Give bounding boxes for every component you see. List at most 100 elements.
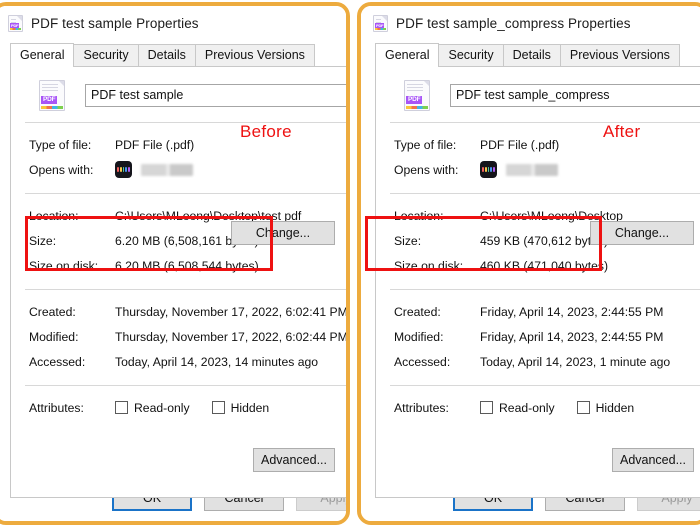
size-on-disk-row: Size on disk: 6.20 MB (6,508,544 bytes) bbox=[23, 253, 346, 278]
divider bbox=[390, 289, 700, 290]
modified-label: Modified: bbox=[29, 329, 79, 344]
readonly-checkbox[interactable]: Read-only bbox=[115, 401, 190, 415]
accessed-row: Accessed: Today, April 14, 2023, 1 minut… bbox=[388, 349, 700, 374]
accessed-label: Accessed: bbox=[29, 354, 86, 369]
modified-value: Thursday, November 17, 2022, 6:02:44 PM bbox=[115, 329, 348, 344]
location-label: Location: bbox=[29, 208, 79, 223]
attributes-row: Attributes: Read-only Hidden Advanced... bbox=[23, 395, 346, 472]
pdf-file-icon-large: PDF bbox=[39, 80, 65, 111]
general-tab-page-before: PDF PDF test sample Type of file: PDF Fi… bbox=[10, 66, 348, 498]
created-value: Thursday, November 17, 2022, 6:02:41 PM bbox=[115, 304, 348, 319]
accessed-value: Today, April 14, 2023, 14 minutes ago bbox=[115, 354, 319, 369]
size-label: Size: bbox=[394, 233, 422, 248]
attributes-label: Attributes: bbox=[29, 400, 84, 415]
comparison-screenshot: PDF PDF test sample Properties General S… bbox=[0, 0, 700, 527]
opens-with-label: Opens with: bbox=[394, 162, 459, 177]
readonly-checkbox[interactable]: Read-only bbox=[480, 401, 555, 415]
window-title: PDF test sample Properties bbox=[31, 15, 199, 31]
checkbox-icon[interactable] bbox=[211, 401, 225, 414]
window-title: PDF test sample_compress Properties bbox=[396, 15, 631, 31]
change-button-wrap: Change... bbox=[590, 221, 694, 245]
checkbox-icon[interactable] bbox=[115, 401, 128, 414]
tab-general[interactable]: General bbox=[375, 43, 440, 67]
opens-with-row: Opens with: Change... bbox=[388, 157, 700, 245]
attributes-row: Attributes: Read-only Hidden Advanced... bbox=[388, 395, 700, 472]
change-button[interactable]: Change... bbox=[231, 221, 335, 245]
titlebar-after: PDF PDF test sample_compress Properties bbox=[361, 6, 700, 40]
opens-with-row: Opens with: Change... bbox=[23, 157, 346, 245]
tab-previous-versions[interactable]: Previous Versions bbox=[194, 44, 315, 67]
type-of-file-row: Type of file: PDF File (.pdf) bbox=[388, 132, 700, 157]
filename-row: PDF PDF test sample bbox=[23, 80, 346, 111]
type-of-file-value: PDF File (.pdf) bbox=[480, 137, 560, 152]
created-row: Created: Friday, April 14, 2023, 2:44:55… bbox=[388, 299, 700, 324]
opens-with-value bbox=[480, 161, 700, 178]
tabstrip-before: General Security Details Previous Versio… bbox=[0, 43, 346, 67]
readonly-label: Read-only bbox=[134, 400, 190, 415]
tab-security[interactable]: Security bbox=[438, 44, 504, 67]
size-label: Size: bbox=[29, 233, 57, 248]
advanced-button[interactable]: Advanced... bbox=[253, 448, 335, 472]
default-app-icon bbox=[480, 161, 497, 178]
advanced-button[interactable]: Advanced... bbox=[612, 448, 694, 472]
pdf-file-icon: PDF bbox=[8, 14, 23, 32]
accessed-row: Accessed: Today, April 14, 2023, 14 minu… bbox=[23, 349, 346, 374]
size-on-disk-label: Size on disk: bbox=[394, 258, 464, 273]
location-label: Location: bbox=[394, 208, 444, 223]
accessed-value: Today, April 14, 2023, 1 minute ago bbox=[480, 354, 671, 369]
divider bbox=[25, 289, 346, 290]
properties-window-before: PDF PDF test sample Properties General S… bbox=[0, 2, 350, 525]
type-of-file-value: PDF File (.pdf) bbox=[115, 137, 195, 152]
type-of-file-label: Type of file: bbox=[394, 137, 457, 152]
created-label: Created: bbox=[394, 304, 441, 319]
modified-row: Modified: Friday, April 14, 2023, 2:44:5… bbox=[388, 324, 700, 349]
opens-with-label: Opens with: bbox=[29, 162, 94, 177]
hidden-label: Hidden bbox=[230, 400, 270, 415]
tab-previous-versions[interactable]: Previous Versions bbox=[559, 44, 680, 67]
opens-with-value bbox=[115, 161, 346, 178]
size-on-disk-value: 460 KB (471,040 bytes) bbox=[480, 258, 609, 273]
size-on-disk-label: Size on disk: bbox=[29, 258, 99, 273]
properties-window-after: PDF PDF test sample_compress Properties … bbox=[357, 2, 700, 525]
divider bbox=[390, 193, 700, 194]
accessed-label: Accessed: bbox=[394, 354, 451, 369]
filename-row: PDF PDF test sample_compress bbox=[388, 80, 700, 111]
hidden-checkbox[interactable]: Hidden bbox=[211, 400, 270, 415]
tabstrip-after: General Security Details Previous Versio… bbox=[361, 43, 700, 67]
checkbox-icon[interactable] bbox=[480, 401, 493, 414]
tab-security[interactable]: Security bbox=[73, 44, 139, 67]
change-button[interactable]: Change... bbox=[590, 221, 694, 245]
tab-details[interactable]: Details bbox=[137, 44, 196, 67]
tab-general[interactable]: General bbox=[10, 43, 75, 67]
divider bbox=[25, 193, 346, 194]
filename-input[interactable]: PDF test sample_compress bbox=[450, 84, 700, 107]
pdf-file-icon-large: PDF bbox=[404, 80, 430, 111]
change-button-wrap: Change... bbox=[231, 221, 335, 245]
titlebar-before: PDF PDF test sample Properties bbox=[0, 6, 346, 40]
attributes-label: Attributes: bbox=[394, 400, 449, 415]
divider bbox=[25, 122, 346, 123]
general-tab-page-after: PDF PDF test sample_compress Type of fil… bbox=[375, 66, 700, 498]
default-app-icon bbox=[115, 161, 132, 178]
modified-value: Friday, April 14, 2023, 2:44:55 PM bbox=[480, 329, 664, 344]
created-label: Created: bbox=[29, 304, 76, 319]
modified-row: Modified: Thursday, November 17, 2022, 6… bbox=[23, 324, 348, 349]
type-of-file-label: Type of file: bbox=[29, 137, 92, 152]
pdf-file-icon: PDF bbox=[373, 14, 388, 32]
after-annotation: After bbox=[603, 122, 641, 141]
filename-input[interactable]: PDF test sample bbox=[85, 84, 346, 107]
size-on-disk-row: Size on disk: 460 KB (471,040 bytes) bbox=[388, 253, 700, 278]
modified-label: Modified: bbox=[394, 329, 444, 344]
checkbox-icon[interactable] bbox=[576, 401, 590, 414]
before-annotation: Before bbox=[240, 122, 292, 141]
hidden-checkbox[interactable]: Hidden bbox=[576, 400, 635, 415]
default-app-name-redacted bbox=[141, 163, 193, 176]
readonly-label: Read-only bbox=[499, 400, 555, 415]
advanced-button-wrap: Advanced... bbox=[612, 448, 694, 472]
hidden-label: Hidden bbox=[595, 400, 635, 415]
tab-details[interactable]: Details bbox=[502, 44, 561, 67]
size-on-disk-value: 6.20 MB (6,508,544 bytes) bbox=[115, 258, 259, 273]
created-value: Friday, April 14, 2023, 2:44:55 PM bbox=[480, 304, 664, 319]
type-of-file-row: Type of file: PDF File (.pdf) bbox=[23, 132, 346, 157]
divider bbox=[25, 385, 346, 386]
